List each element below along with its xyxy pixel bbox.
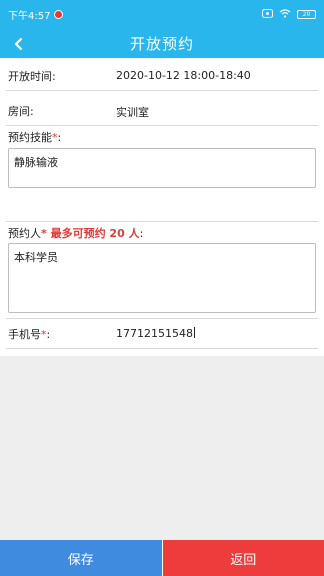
booker-label: 预约人* 最多可预约 20 人: — [8, 227, 144, 240]
wifi-icon — [279, 8, 291, 21]
phone-row: 手机号*: 17712151548 — [6, 319, 318, 349]
status-bar: 下午4:57 20 — [0, 0, 324, 29]
booker-limit-hint: * 最多可预约 20 人 — [41, 227, 140, 240]
status-time: 下午4:57 — [8, 11, 51, 22]
notification-icon — [54, 10, 64, 19]
open-time-value: 2020-10-12 18:00-18:40 — [116, 69, 251, 82]
skill-label: 预约技能*: — [8, 131, 62, 144]
skill-textarea[interactable]: 静脉输液 — [8, 148, 316, 188]
page-title: 开放预约 — [129, 35, 194, 53]
room-value: 实训室 — [116, 106, 149, 119]
booker-textarea[interactable]: 本科学员 — [8, 243, 316, 313]
phone-input[interactable]: 17712151548 — [116, 327, 195, 340]
skill-row: 预约技能*: 静脉输液 — [6, 126, 318, 222]
alarm-icon — [262, 8, 273, 21]
booker-row: 预约人* 最多可预约 20 人: 本科学员 — [6, 222, 318, 319]
room-label: 房间: — [8, 105, 34, 118]
title-bar: 开放预约 — [0, 29, 324, 58]
back-button[interactable] — [6, 29, 32, 58]
open-time-row: 开放时间: 2020-10-12 18:00-18:40 — [6, 58, 318, 91]
text-cursor — [193, 327, 195, 338]
room-row: 房间: 实训室 — [6, 91, 318, 126]
battery-icon: 20 — [297, 10, 316, 19]
chevron-left-icon — [14, 37, 23, 50]
return-button[interactable]: 返回 — [162, 540, 324, 576]
save-button[interactable]: 保存 — [0, 540, 163, 576]
phone-label: 手机号*: — [8, 328, 51, 341]
booking-form: 开放时间: 2020-10-12 18:00-18:40 房间: 实训室 预约技… — [0, 58, 324, 356]
footer-actions: 保存 返回 — [0, 540, 324, 576]
open-time-label: 开放时间: — [8, 70, 56, 83]
